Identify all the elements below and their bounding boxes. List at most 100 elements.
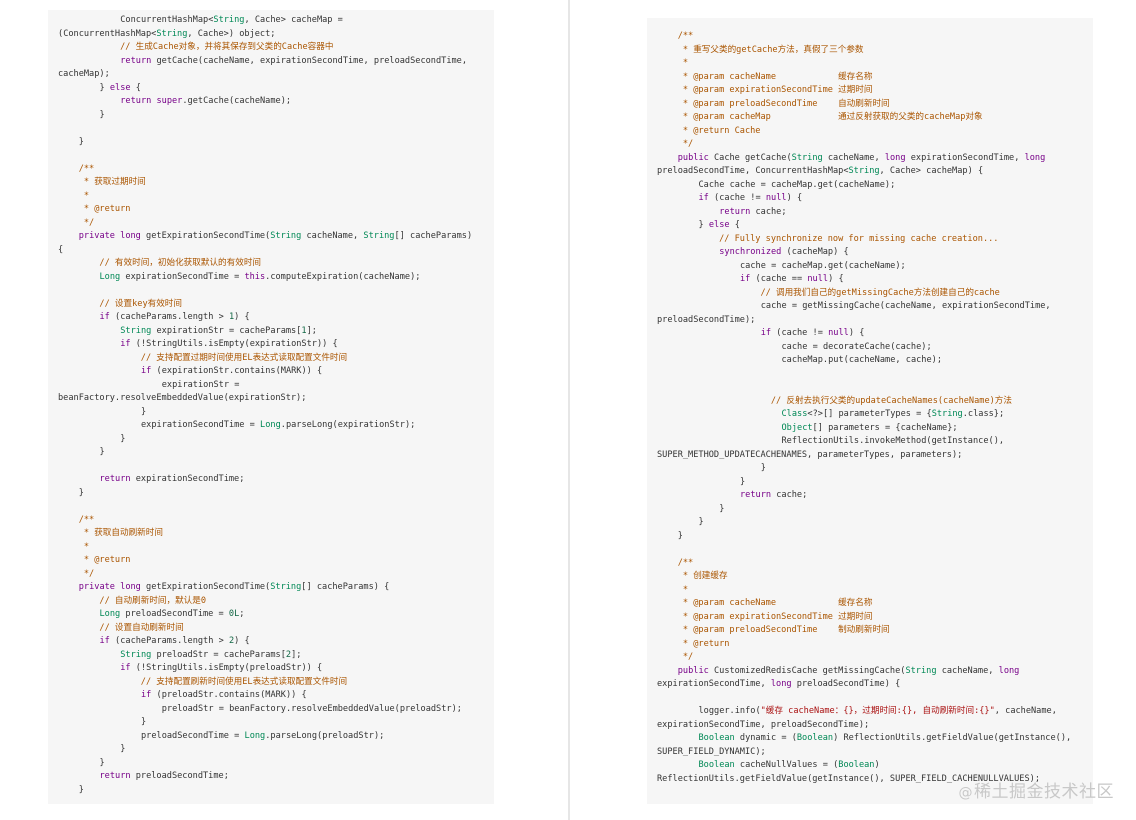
code-line: * @return	[657, 638, 730, 649]
code-line: }	[698, 517, 704, 527]
code-line: return preloadSecondTime;	[99, 771, 229, 781]
code-line: return expirationSecondTime;	[99, 474, 245, 484]
code-line: * @return	[58, 555, 131, 565]
code-line: */	[58, 217, 95, 228]
code-line: // 设置key有效时间	[58, 298, 182, 309]
code-line: expirationSecondTime, long preloadSecond…	[657, 679, 901, 689]
code-line: * @param expirationSecondTime 过期时间	[657, 611, 873, 622]
code-line: * 获取过期时间	[58, 177, 146, 187]
left-code-block: ConcurrentHashMap<String, Cache> cacheMa…	[48, 10, 494, 804]
code-line: * @return	[58, 204, 131, 214]
code-line: * @param cacheName 缓存名称	[657, 598, 873, 608]
code-line: */	[58, 568, 95, 579]
code-line: String expirationStr = cacheParams[1];	[120, 325, 317, 336]
code-line: }	[719, 503, 725, 514]
code-line: String preloadStr = cacheParams[2];	[120, 649, 302, 660]
code-line: * @param preloadSecondTime 制动刷新时间	[657, 625, 890, 635]
code-line: }	[141, 717, 147, 727]
code-line: // 支持配置刷新时间使用EL表达式读取配置文件时间	[58, 676, 348, 687]
code-line: // 自动刷新时间，默认是0	[58, 595, 207, 606]
code-line: } else {	[698, 220, 740, 230]
code-line: preloadSecondTime);	[657, 314, 756, 325]
code-line: }	[677, 530, 683, 541]
code-line: }	[99, 757, 105, 768]
code-line: // 支持配置过期时间使用EL表达式读取配置文件时间	[58, 352, 348, 363]
code-line: }	[78, 487, 84, 498]
code-line: if (cache != null) {	[698, 193, 803, 203]
code-line: public CustomizedRedisCache getMissingCa…	[677, 665, 1020, 676]
code-line: *	[657, 584, 689, 595]
watermark-at: @	[958, 785, 973, 801]
code-line: beanFactory.resolveEmbeddedValue(expirat…	[58, 393, 307, 403]
code-line: * @param preloadSecondTime 自动刷新时间	[657, 98, 890, 109]
code-line: preloadStr = beanFactory.resolveEmbedded…	[161, 703, 462, 714]
code-line: if (cache == null) {	[740, 274, 844, 284]
code-line: expirationSecondTime = Long.parseLong(ex…	[141, 420, 416, 430]
code-line: if (cacheParams.length > 1) {	[99, 312, 250, 322]
code-line: Boolean cacheNullValues = (Boolean)	[698, 760, 880, 770]
code-line: return getCache(cacheName, expirationSec…	[120, 55, 468, 66]
code-line: if (preloadStr.contains(MARK)) {	[141, 690, 307, 700]
code-line: }	[120, 433, 126, 444]
code-line: // Fully synchronize now for missing cac…	[657, 233, 999, 244]
code-line: *	[657, 58, 689, 68]
watermark-text: 稀土掘金技术社区	[974, 782, 1114, 802]
code-line: }	[78, 136, 84, 147]
code-line: // 设置自动刷新时间	[58, 622, 184, 633]
code-line: /**	[657, 557, 694, 568]
code-line: {	[58, 244, 64, 255]
code-line: * 创建缓存	[657, 571, 728, 581]
code-line: ConcurrentHashMap<String, Cache> cacheMa…	[120, 15, 343, 25]
code-line: * @param cacheName 缓存名称	[657, 71, 873, 82]
code-line: private long getExpirationSecondTime(Str…	[78, 582, 390, 592]
code-line: (ConcurrentHashMap<String, Cache>) objec…	[58, 28, 276, 39]
code-line: cache = decorateCache(cache);	[781, 341, 932, 352]
code-line: * @param cacheMap 通过反射获取的父类的cacheMap对象	[657, 112, 983, 122]
code-line: */	[657, 139, 694, 149]
code-line: expirationStr =	[161, 379, 240, 390]
code-line: Long expirationSecondTime = this.compute…	[99, 271, 421, 282]
code-line: if (!StringUtils.isEmpty(preloadStr)) {	[120, 663, 323, 673]
right-code-block: /** * 重写父类的getCache方法，真假了三个参数 * * @param…	[647, 18, 1093, 804]
code-line: public Cache getCache(String cacheName, …	[677, 152, 1046, 163]
code-line: }	[99, 447, 105, 457]
code-line: return cache;	[719, 206, 787, 217]
code-line: if (!StringUtils.isEmpty(expirationStr))…	[120, 339, 338, 349]
code-line: * 重写父类的getCache方法，真假了三个参数	[657, 44, 864, 55]
code-line: }	[740, 476, 746, 487]
code-line: *	[58, 541, 90, 552]
code-line: Boolean dynamic = (Boolean) ReflectionUt…	[698, 733, 1072, 743]
code-line: return super.getCache(cacheName);	[120, 96, 292, 106]
page-divider	[568, 0, 570, 820]
code-line: /**	[58, 163, 95, 174]
code-line: }	[99, 109, 105, 120]
code-line: ReflectionUtils.invokeMethod(getInstance…	[781, 436, 1005, 446]
code-line: // 反射去执行父类的updateCacheNames(cacheName)方法	[657, 395, 1012, 406]
code-line: expirationSecondTime, preloadSecondTime)…	[657, 719, 870, 730]
code-line: // 调用我们自己的getMissingCache方法创建自己的cache	[657, 287, 1000, 298]
code-line: synchronized (cacheMap) {	[719, 247, 849, 257]
code-line: return cache;	[740, 490, 808, 500]
code-line: cache = getMissingCache(cacheName, expir…	[760, 301, 1051, 311]
code-line: }	[760, 463, 766, 473]
code-line: preloadSecondTime = Long.parseLong(prelo…	[141, 730, 385, 741]
code-line: * @param expirationSecondTime 过期时间	[657, 85, 873, 95]
code-line: cache = cacheMap.get(cacheName);	[740, 260, 906, 271]
code-line: if (cacheParams.length > 2) {	[99, 636, 250, 646]
code-line: cacheMap.put(cacheName, cache);	[781, 355, 943, 365]
code-line: // 有效时间，初始化获取默认的有效时间	[58, 258, 262, 268]
code-line: cacheMap);	[58, 69, 110, 79]
code-line: SUPER_FIELD_DYNAMIC);	[657, 746, 766, 757]
code-line: preloadSecondTime, ConcurrentHashMap<Str…	[657, 166, 984, 176]
code-line: }	[120, 744, 126, 754]
watermark: @稀土掘金技术社区	[959, 777, 1115, 802]
code-line: // 生成Cache对象，并将其保存到父类的Cache容器中	[58, 42, 334, 52]
code-line: * 获取自动刷新时间	[58, 528, 163, 538]
